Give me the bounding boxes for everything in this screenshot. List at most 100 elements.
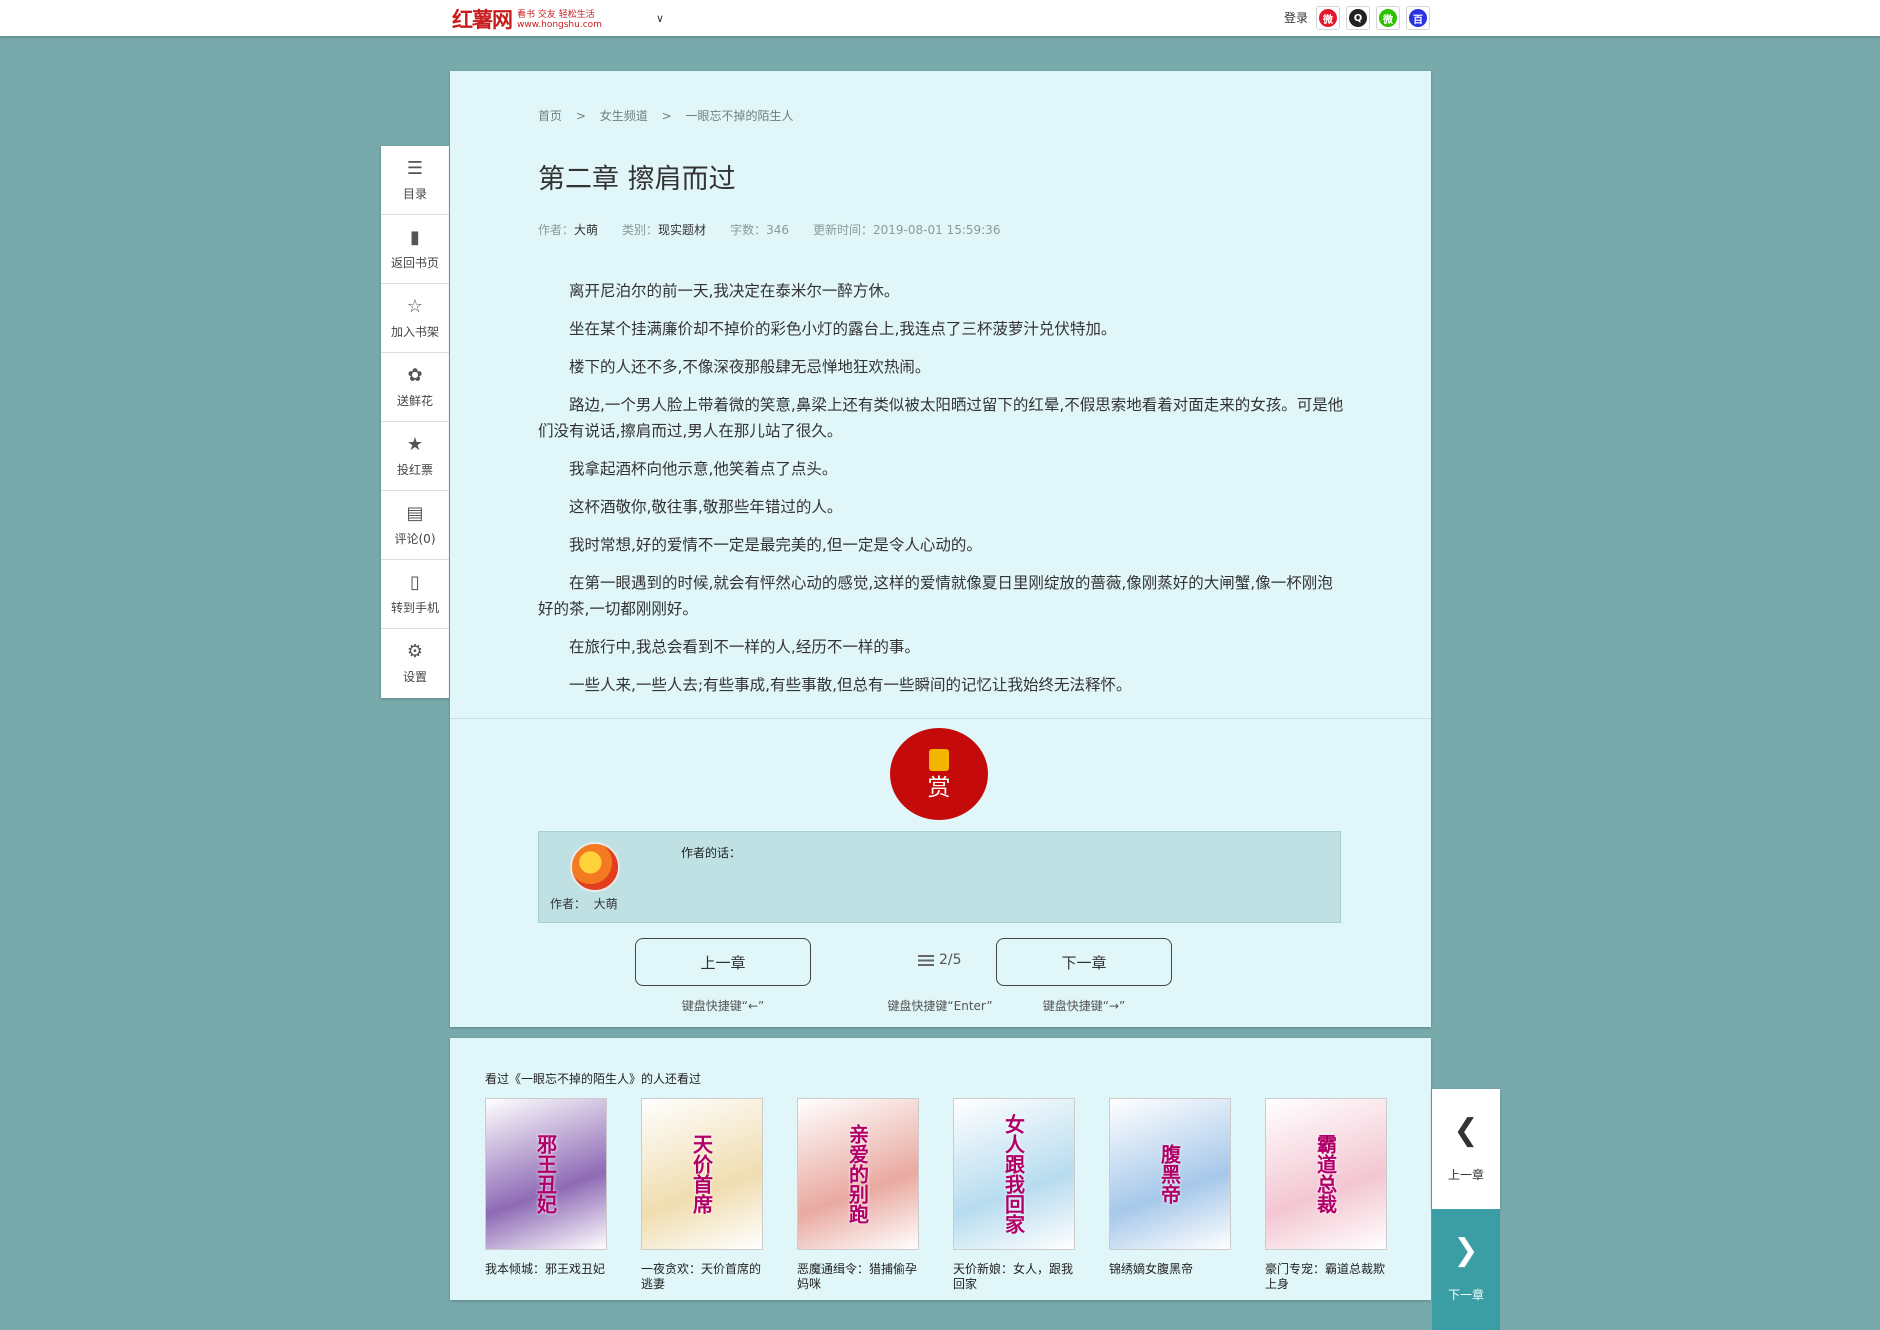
chapter-body: 离开尼泊尔的前一天,我决定在泰米尔一醉方休。 坐在某个挂满廉价却不掉价的彩色小灯的…: [538, 278, 1346, 710]
sidebar-item-list[interactable]: ☰ 目录: [381, 146, 449, 215]
book-card[interactable]: 天价首席一夜贪欢：天价首席的逃妻: [641, 1098, 763, 1292]
sidebar-item-ticket[interactable]: ★ 投红票: [381, 422, 449, 491]
meta-author: 作者：大萌: [538, 223, 599, 237]
red-envelope-icon: [929, 749, 949, 771]
book-cover-title: 腹黑帝: [1157, 1144, 1182, 1204]
chapter-panel: 首页 > 女生频道 > 一眼忘不掉的陌生人 第二章 擦肩而过 作者：大萌 类别：…: [450, 71, 1431, 1027]
chapter-title: 第二章 擦肩而过: [538, 164, 736, 195]
sidebar-item-label: 投红票: [396, 462, 433, 477]
site-logo[interactable]: 红薯网 看书 交友 轻松生活 www.hongshu.com: [452, 6, 602, 32]
next-chapter-hint: 键盘快捷键“→”: [1042, 999, 1126, 1013]
login-link[interactable]: 登录: [1284, 9, 1308, 26]
book-card[interactable]: 邪王丑妃我本倾城：邪王戏丑妃: [485, 1098, 607, 1277]
chapter-paragraph: 在旅行中,我总会看到不一样的人,经历不一样的事。: [569, 638, 920, 656]
author-note-label: 作者的话：: [681, 846, 742, 860]
book-name[interactable]: 天价新娘：女人，跟我回家: [953, 1262, 1075, 1292]
book-cover[interactable]: 霸道总裁: [1265, 1098, 1387, 1250]
next-chapter-button[interactable]: 下一章: [996, 938, 1172, 986]
flower-icon: ✿: [407, 364, 423, 386]
sidebar-item-label: 转到手机: [390, 600, 439, 615]
book-name[interactable]: 我本倾城：邪王戏丑妃: [485, 1262, 607, 1277]
top-bar: 红薯网 看书 交友 轻松生活 www.hongshu.com ∨ 登录 微 Q …: [0, 0, 1880, 36]
book-cover-title: 邪王丑妃: [533, 1134, 558, 1214]
float-prev-label: 上一章: [1447, 1167, 1484, 1182]
sidebar-item-label: 设置: [402, 670, 427, 684]
book-name[interactable]: 豪门专宠：霸道总裁欺上身: [1265, 1262, 1387, 1292]
meta-word-count: 字数：346: [730, 223, 789, 237]
prev-chapter-hint: 键盘快捷键“←”: [681, 999, 765, 1013]
sidebar-item-comment[interactable]: ▤ 评论(0): [381, 491, 449, 560]
book-cover[interactable]: 腹黑帝: [1109, 1098, 1231, 1250]
reward-button[interactable]: 赏: [890, 728, 988, 820]
sidebar-item-gear[interactable]: ⚙ 设置: [381, 629, 449, 698]
weibo-icon[interactable]: 微: [1316, 6, 1340, 30]
avatar[interactable]: [570, 842, 620, 892]
meta-category: 类别：现实题材: [622, 223, 707, 237]
phone-icon: ▯: [410, 571, 420, 593]
book-cover-title: 霸道总裁: [1313, 1134, 1338, 1214]
logo-url: www.hongshu.com: [517, 20, 602, 30]
chevron-left-icon: ❮: [1453, 1112, 1479, 1148]
book-cover[interactable]: 亲爱的别跑: [797, 1098, 919, 1250]
breadcrumb-home[interactable]: 首页: [538, 109, 562, 123]
breadcrumb-book[interactable]: 一眼忘不掉的陌生人: [685, 109, 793, 123]
reward-label: 赏: [927, 775, 951, 801]
book-cover[interactable]: 天价首席: [641, 1098, 763, 1250]
breadcrumb: 首页 > 女生频道 > 一眼忘不掉的陌生人: [538, 107, 793, 124]
logo-tagline: 看书 交友 轻松生活: [517, 10, 595, 20]
recommend-title: 看过《一眼忘不掉的陌生人》的人还看过: [485, 1072, 702, 1086]
gear-icon: ⚙: [406, 641, 424, 662]
chapter-paragraph: 路边,一个男人脸上带着微的笑意,鼻梁上还有类似被太阳晒过留下的红晕,不假思索地看…: [538, 396, 1344, 440]
author-note-name[interactable]: 大萌: [594, 897, 618, 911]
sidebar-item-label: 返回书页: [390, 255, 439, 270]
book-cover[interactable]: 邪王丑妃: [485, 1098, 607, 1250]
author-link[interactable]: 大萌: [574, 223, 598, 237]
book-icon: ▮: [410, 226, 420, 248]
float-next-chapter-button[interactable]: ❯ 下一章: [1432, 1209, 1500, 1330]
prev-chapter-button[interactable]: 上一章: [635, 938, 811, 986]
book-cover-title: 女人跟我回家: [1001, 1114, 1026, 1234]
logo-text: 红薯网: [452, 7, 513, 32]
pager-value: 2/5: [939, 952, 962, 968]
wechat-icon[interactable]: 微: [1376, 6, 1400, 30]
sidebar-item-star[interactable]: ☆ 加入书架: [381, 284, 449, 353]
book-name[interactable]: 恶魔通缉令：猎捕偷孕妈咪: [797, 1262, 919, 1292]
qq-icon[interactable]: Q: [1346, 6, 1370, 30]
chapter-paragraph: 我时常想,好的爱情不一定是最完美的,但一定是令人心动的。: [569, 536, 982, 554]
breadcrumb-channel[interactable]: 女生频道: [600, 109, 648, 123]
logo-sub: 看书 交友 轻松生活 www.hongshu.com: [517, 10, 602, 30]
list-icon: ☰: [406, 157, 424, 179]
breadcrumb-separator: >: [575, 109, 586, 123]
sidebar-item-label: 目录: [402, 186, 427, 201]
book-card[interactable]: 女人跟我回家天价新娘：女人，跟我回家: [953, 1098, 1075, 1292]
chapter-paragraph: 我拿起酒杯向他示意,他笑着点了点头。: [569, 460, 838, 478]
sidebar-item-flower[interactable]: ✿ 送鲜花: [381, 353, 449, 422]
book-name[interactable]: 一夜贪欢：天价首席的逃妻: [641, 1262, 763, 1292]
baidu-icon[interactable]: 百: [1406, 6, 1430, 30]
star-icon: ☆: [406, 295, 424, 317]
sidebar-item-phone[interactable]: ▯ 转到手机: [381, 560, 449, 629]
float-prev-chapter-button[interactable]: ❮ 上一章: [1432, 1089, 1500, 1209]
book-card[interactable]: 腹黑帝锦绣嫡女腹黑帝: [1109, 1098, 1231, 1277]
list-icon: [918, 954, 934, 966]
chevron-right-icon: ❯: [1453, 1233, 1479, 1268]
category-link[interactable]: 现实题材: [658, 223, 706, 237]
sidebar-item-label: 加入书架: [390, 324, 439, 339]
sidebar-item-book[interactable]: ▮ 返回书页: [381, 215, 449, 284]
author-note-author: 作者： 大萌: [550, 897, 618, 911]
comment-icon: ▤: [406, 502, 424, 524]
book-cover[interactable]: 女人跟我回家: [953, 1098, 1075, 1250]
chapter-pager[interactable]: 2/5: [918, 952, 962, 968]
book-name[interactable]: 锦绣嫡女腹黑帝: [1109, 1262, 1231, 1277]
book-card[interactable]: 亲爱的别跑恶魔通缉令：猎捕偷孕妈咪: [797, 1098, 919, 1292]
chapter-paragraph: 这杯酒敬你,敬往事,敬那些年错过的人。: [569, 498, 843, 516]
book-card[interactable]: 霸道总裁豪门专宠：霸道总裁欺上身: [1265, 1098, 1387, 1292]
chapter-paragraph: 离开尼泊尔的前一天,我决定在泰米尔一醉方休。: [569, 282, 900, 300]
recommend-panel: 看过《一眼忘不掉的陌生人》的人还看过 邪王丑妃 我本倾城：邪王戏丑妃 天价首席 一夜贪…: [450, 1038, 1431, 1300]
chevron-down-icon[interactable]: ∨: [652, 10, 668, 26]
book-cover-title: 天价首席: [689, 1134, 714, 1214]
chapter-paragraph: 一些人来,一些人去;有些事成,有些事散,但总有一些瞬间的记忆让我始终无法释怀。: [569, 676, 1132, 694]
chapter-paragraph: 楼下的人还不多,不像深夜那般肆无忌惮地狂欢热闹。: [569, 358, 931, 376]
ticket-icon: ★: [406, 433, 424, 455]
sidebar-item-label: 送鲜花: [396, 393, 433, 408]
